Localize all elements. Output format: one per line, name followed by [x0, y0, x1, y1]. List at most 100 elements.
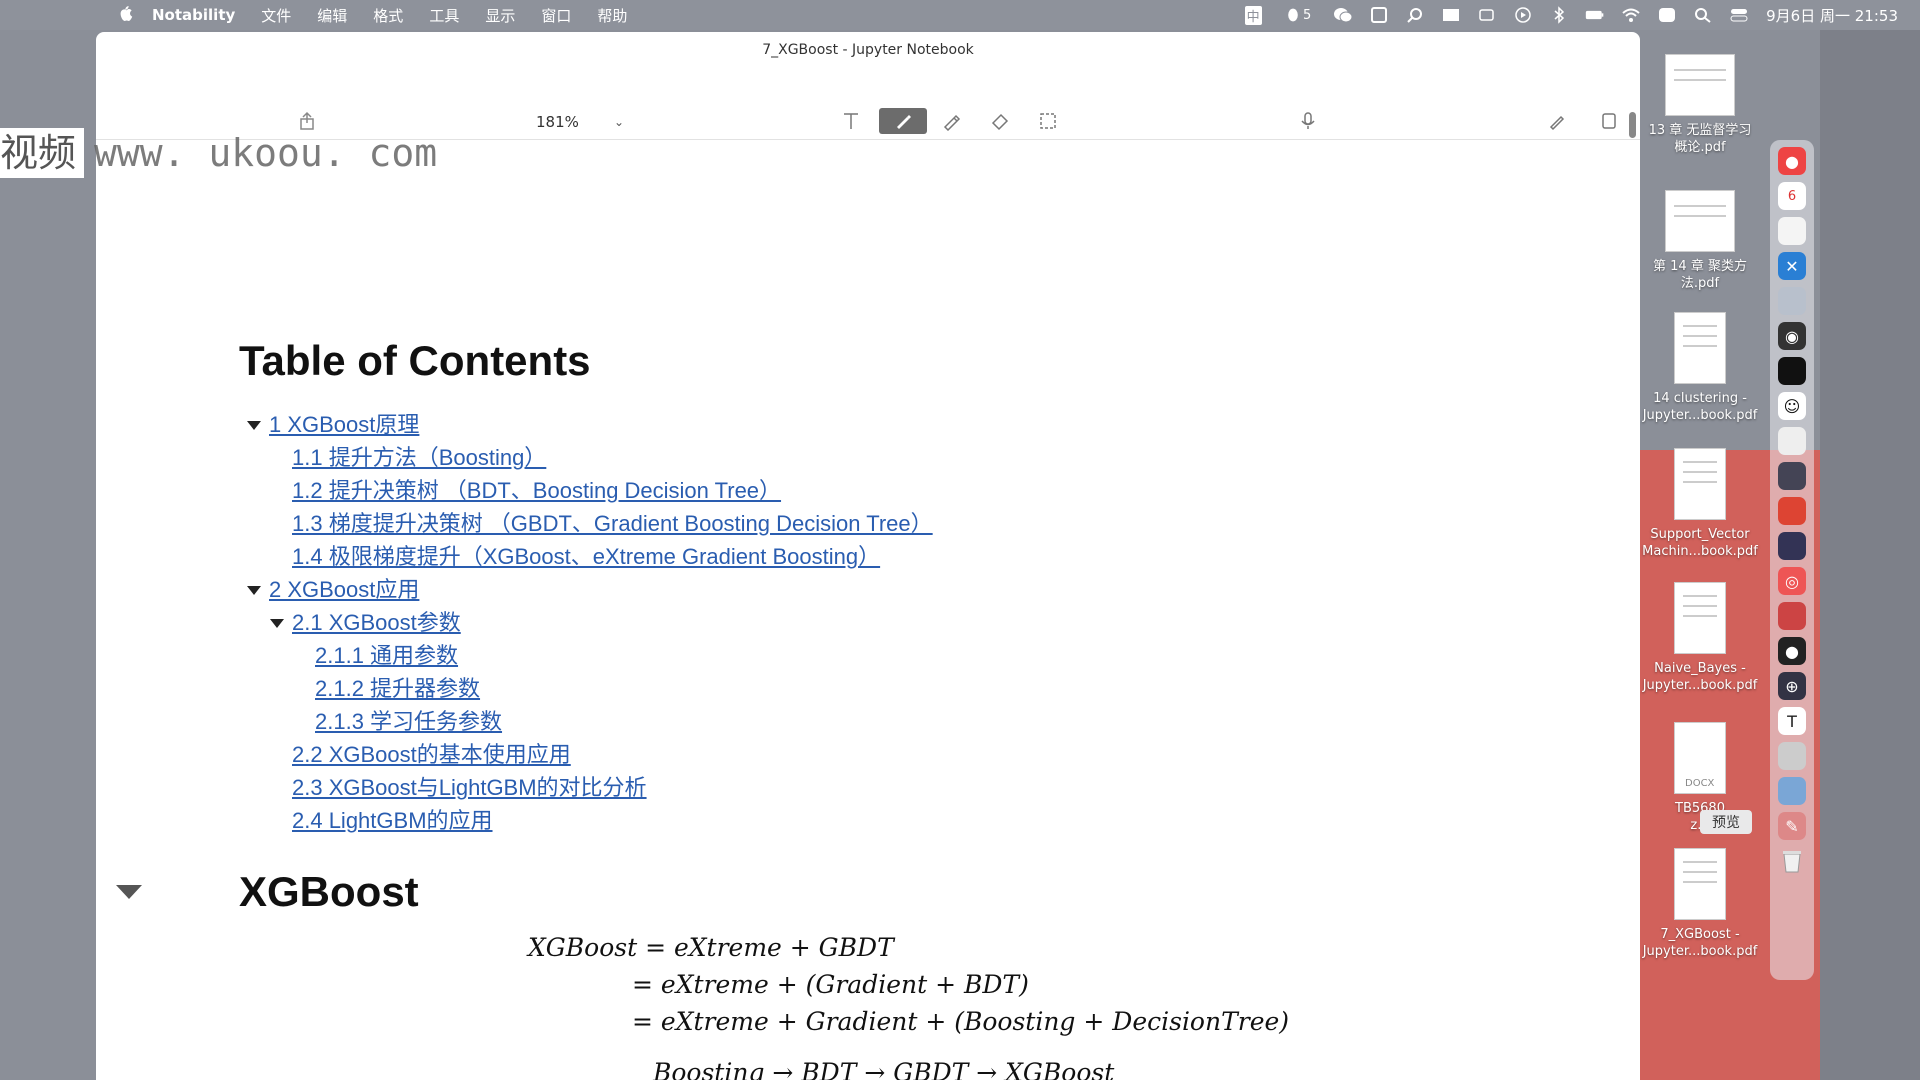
menu-window[interactable]: 窗口	[541, 5, 571, 26]
wechat-icon[interactable]	[1332, 6, 1354, 24]
battery-icon[interactable]	[1584, 6, 1606, 24]
toc-link[interactable]: 1.4 极限梯度提升（XGBoost、eXtreme Gradient Boos…	[292, 539, 880, 571]
menu-bar: Notability 文件 编辑 格式 工具 显示 窗口 帮助 中 5 9月6日…	[0, 0, 1920, 30]
toc-link[interactable]: 2.2 XGBoost的基本使用应用	[292, 737, 571, 769]
file-thumbnail	[1674, 312, 1726, 384]
status-area: 中 5 9月6日 周一 21:53	[1228, 0, 1920, 30]
github-icon[interactable]: ●	[1778, 637, 1806, 665]
toc-link[interactable]: 2.1.1 通用参数	[315, 638, 458, 670]
clock[interactable]: 9月6日 周一 21:53	[1766, 5, 1898, 26]
toc-link[interactable]: 1 XGBoost原理	[269, 407, 419, 439]
window-switch-icon[interactable]	[1476, 6, 1498, 24]
file-thumbnail	[1665, 54, 1735, 116]
desktop-file[interactable]: 13 章 无监督学习 概论.pdf	[1640, 54, 1760, 156]
terminal-icon[interactable]	[1778, 357, 1806, 385]
dock-app-icon[interactable]: ◉	[1778, 322, 1806, 350]
chevron-down-icon: ⌄	[613, 115, 624, 129]
app-status-icon[interactable]	[1656, 6, 1678, 24]
typora-icon[interactable]: T	[1778, 707, 1806, 735]
apple-menu-icon[interactable]	[112, 0, 140, 30]
qq-dock-icon[interactable]: ☺	[1778, 392, 1806, 420]
toc-collapse-caret[interactable]	[247, 586, 261, 595]
notability-window: 7_XGBoost - Jupyter Notebook 181% ⌄ Tabl…	[96, 32, 1640, 1080]
wifi-icon[interactable]	[1620, 6, 1642, 24]
tooltip-preview: 预览	[1700, 810, 1752, 834]
dock-app-icon[interactable]	[1778, 602, 1806, 630]
dock-app-icon[interactable]	[1778, 287, 1806, 315]
file-label: 第 14 章 聚类方 法.pdf	[1653, 259, 1747, 291]
desktop-file[interactable]: 第 14 章 聚类方 法.pdf	[1640, 190, 1760, 292]
calendar-icon[interactable]: 6	[1778, 182, 1806, 210]
preview-icon[interactable]	[1778, 742, 1806, 770]
vscode-icon[interactable]: ✕	[1778, 252, 1806, 280]
page-view-icon[interactable]	[1594, 108, 1624, 134]
equation-line: Boosting → BDT → GBDT → XGBoost	[653, 1058, 1115, 1080]
notification-count: 5	[1303, 7, 1312, 23]
desktop-file[interactable]: Naive_Bayes - Jupyter...book.pdf	[1640, 582, 1760, 694]
toc-collapse-caret[interactable]	[247, 421, 261, 430]
section-collapse-caret[interactable]	[116, 885, 142, 899]
menu-format[interactable]: 格式	[373, 5, 403, 26]
equation-line: = eXtreme + Gradient + (Boosting + Decis…	[632, 1007, 1290, 1036]
watermark: 视频 www. ukoou. com	[0, 128, 437, 178]
toc-collapse-caret[interactable]	[270, 619, 284, 628]
toc-link[interactable]: 2.1 XGBoost参数	[292, 605, 461, 637]
menu-help[interactable]: 帮助	[597, 5, 627, 26]
toc-link[interactable]: 2.3 XGBoost与LightGBM的对比分析	[292, 770, 647, 802]
watermark-url: www. ukoou. com	[94, 131, 438, 175]
input-method-label: 中	[1244, 5, 1262, 25]
document-canvas[interactable]: Table of Contents 1 XGBoost原理 1.1 提升方法（B…	[96, 141, 1640, 1080]
desktop-file[interactable]: Support_Vector Machin...book.pdf	[1640, 448, 1760, 560]
toc-link[interactable]: 1.3 梯度提升决策树 （GBDT、Gradient Boosting Deci…	[292, 506, 933, 538]
dock-app-icon[interactable]: ✎	[1778, 812, 1806, 840]
toc-link[interactable]: 1.2 提升决策树 （BDT、Boosting Decision Tree）	[292, 473, 781, 505]
dock-app-icon[interactable]	[1778, 497, 1806, 525]
dock: ● 6 ✕ ◉ ☺ ◎ ● ⊕ T ✎	[1770, 140, 1814, 980]
qq-icon[interactable]: 5	[1278, 6, 1318, 24]
toc-link[interactable]: 2 XGBoost应用	[269, 572, 419, 604]
edit-pencil-icon[interactable]	[1542, 108, 1572, 134]
desktop-file[interactable]: 7_XGBoost - Jupyter...book.pdf	[1640, 848, 1760, 960]
input-method-icon[interactable]: 中	[1242, 5, 1264, 25]
file-thumbnail	[1674, 448, 1726, 520]
menu-edit[interactable]: 编辑	[317, 5, 347, 26]
section-heading: XGBoost	[239, 868, 419, 915]
zoom-select[interactable]: 181% ⌄	[530, 110, 630, 134]
text-tool-icon[interactable]	[836, 108, 866, 134]
app-name-menu[interactable]: Notability	[152, 6, 235, 24]
dock-app-icon[interactable]	[1778, 462, 1806, 490]
docx-tag: DOCX	[1685, 778, 1715, 789]
menu-file[interactable]: 文件	[261, 5, 291, 26]
desktop-file[interactable]: 14 clustering - Jupyter...book.pdf	[1640, 312, 1760, 424]
file-thumbnail	[1674, 848, 1726, 920]
toc-link[interactable]: 2.1.3 学习任务参数	[315, 704, 502, 736]
file-thumbnail	[1674, 582, 1726, 654]
menu-view[interactable]: 显示	[485, 5, 515, 26]
notability-dock-icon[interactable]	[1778, 777, 1806, 805]
wechat-dock-icon[interactable]	[1778, 427, 1806, 455]
pen-tool-icon[interactable]	[879, 108, 927, 134]
play-icon[interactable]	[1512, 6, 1534, 24]
notes-app-icon[interactable]	[1368, 6, 1390, 24]
toc-link[interactable]: 2.1.2 提升器参数	[315, 671, 480, 703]
control-center-icon[interactable]	[1728, 6, 1750, 24]
search-tool-icon[interactable]	[1404, 6, 1426, 24]
eraser-tool-icon[interactable]	[985, 108, 1015, 134]
netease-music-icon[interactable]: ◎	[1778, 567, 1806, 595]
menu-extras-icon[interactable]	[1440, 6, 1462, 24]
bluetooth-icon[interactable]	[1548, 6, 1570, 24]
microphone-icon[interactable]	[1293, 108, 1323, 134]
dock-app-icon[interactable]: ●	[1778, 147, 1806, 175]
dock-app-icon[interactable]	[1778, 217, 1806, 245]
spotlight-search-icon[interactable]	[1692, 6, 1714, 24]
menu-tools[interactable]: 工具	[429, 5, 459, 26]
toc-link[interactable]: 1.1 提升方法（Boosting）	[292, 440, 546, 472]
file-thumbnail	[1665, 190, 1735, 252]
highlighter-tool-icon[interactable]	[936, 108, 966, 134]
dock-app-icon[interactable]: ⊕	[1778, 672, 1806, 700]
scrollbar-thumb[interactable]	[1629, 112, 1636, 138]
dock-app-icon[interactable]	[1778, 532, 1806, 560]
toc-link[interactable]: 2.4 LightGBM的应用	[292, 803, 493, 835]
lasso-select-icon[interactable]	[1033, 108, 1063, 134]
trash-icon[interactable]	[1778, 847, 1806, 875]
